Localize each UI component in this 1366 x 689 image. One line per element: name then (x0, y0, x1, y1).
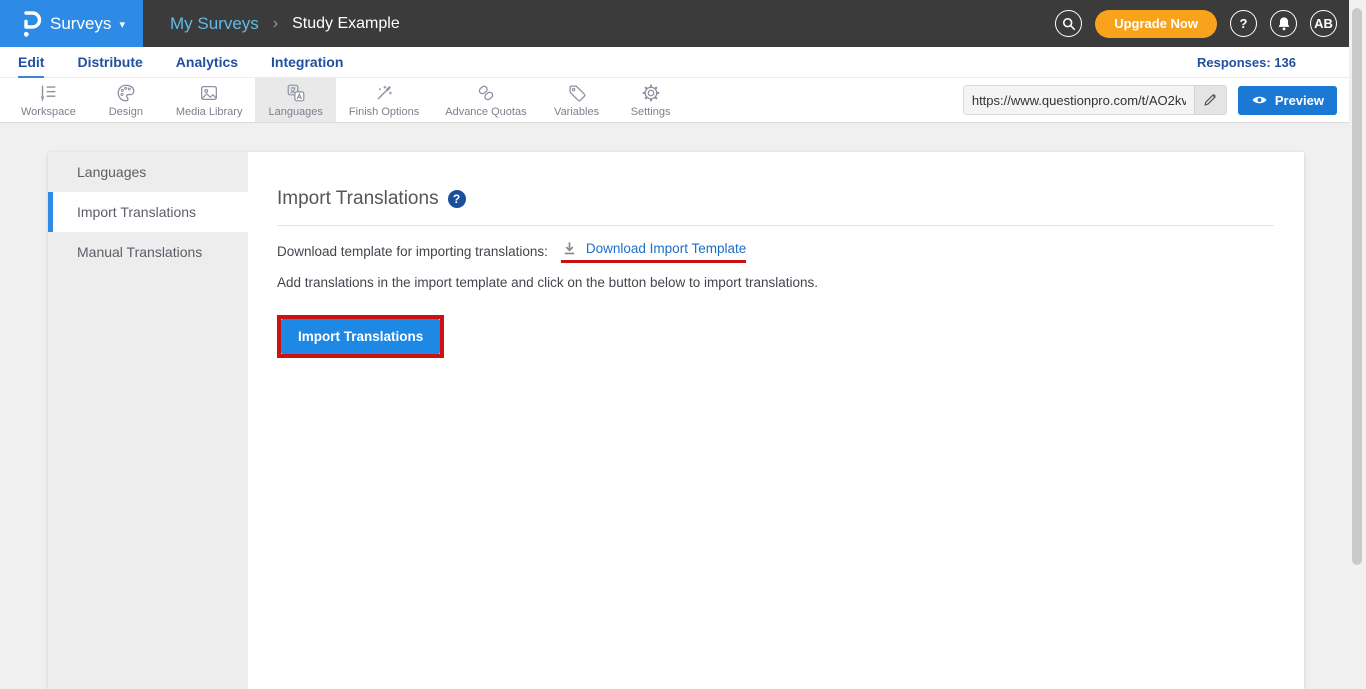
tab-integration[interactable]: Integration (271, 47, 343, 78)
content-area: Languages Import Translations Manual Tra… (0, 123, 1366, 689)
topbar-actions: Upgrade Now ? AB (1055, 0, 1366, 47)
chain-icon (475, 82, 497, 104)
toolbar-item-design[interactable]: Design (89, 78, 163, 122)
breadcrumb-separator: › (273, 15, 278, 33)
product-switcher[interactable]: Surveys ▾ (0, 0, 143, 47)
tab-analytics[interactable]: Analytics (176, 47, 238, 78)
edit-url-button[interactable] (1194, 85, 1226, 115)
notifications-button[interactable] (1270, 10, 1297, 37)
toolbar-label: Workspace (21, 106, 76, 118)
gear-icon (640, 82, 662, 104)
preview-label: Preview (1275, 93, 1324, 108)
upgrade-now-button[interactable]: Upgrade Now (1095, 10, 1217, 38)
download-link-highlight: Download Import Template (561, 240, 746, 263)
bell-icon (1277, 16, 1291, 31)
toolbar-item-media-library[interactable]: Media Library (163, 78, 256, 122)
help-button[interactable]: ? (1230, 10, 1257, 37)
sidebar-item-languages[interactable]: Languages (48, 152, 248, 192)
survey-url-input[interactable] (964, 86, 1194, 114)
tab-distribute[interactable]: Distribute (77, 47, 142, 78)
wand-icon (373, 82, 395, 104)
preview-button[interactable]: Preview (1238, 86, 1337, 115)
import-translations-panel: Import Translations ? Download template … (248, 152, 1304, 689)
responses-count[interactable]: Responses: 136 (1197, 55, 1366, 70)
survey-nav: Edit Distribute Analytics Integration Re… (0, 47, 1366, 78)
page-scrollbar-thumb[interactable] (1352, 8, 1362, 565)
page-title: Import Translations (277, 188, 439, 210)
search-icon (1062, 17, 1076, 31)
toolbar-item-advance-quotas[interactable]: Advance Quotas (432, 78, 539, 122)
image-icon (198, 82, 220, 104)
toolbar-label: Design (109, 106, 143, 118)
title-row: Import Translations ? (277, 188, 1274, 210)
download-prompt: Download template for importing translat… (277, 244, 548, 259)
product-label: Surveys (50, 14, 111, 34)
toolbar-item-variables[interactable]: Variables (540, 78, 614, 122)
top-bar: Surveys ▾ My Surveys › Study Example Upg… (0, 0, 1366, 47)
palette-icon (115, 82, 137, 104)
download-import-template-link[interactable]: Download Import Template (586, 241, 746, 256)
languages-sidebar: Languages Import Translations Manual Tra… (48, 152, 248, 689)
eye-icon (1251, 94, 1268, 106)
annotation-red-box: Import Translations (277, 315, 444, 358)
survey-url-box (963, 85, 1227, 115)
toolbar-label: Finish Options (349, 106, 419, 118)
toolbar-label: Settings (631, 106, 671, 118)
chevron-down-icon: ▾ (119, 18, 125, 31)
search-button[interactable] (1055, 10, 1082, 37)
toolbar-item-workspace[interactable]: Workspace (8, 78, 89, 122)
sidebar-item-import-translations[interactable]: Import Translations (48, 192, 248, 232)
instructions-text: Add translations in the import template … (277, 275, 1274, 290)
breadcrumb-current: Study Example (292, 15, 400, 33)
toolbar-label: Languages (268, 106, 322, 118)
toolbar-label: Media Library (176, 106, 243, 118)
download-template-row: Download template for importing translat… (277, 240, 1274, 263)
tab-edit[interactable]: Edit (18, 47, 44, 78)
toolbar-item-finish-options[interactable]: Finish Options (336, 78, 432, 122)
section-help-icon[interactable]: ? (448, 190, 466, 208)
breadcrumb-my-surveys[interactable]: My Surveys (170, 14, 259, 34)
divider (277, 225, 1274, 226)
sidebar-item-manual-translations[interactable]: Manual Translations (48, 232, 248, 272)
toolbar-right: Preview (963, 78, 1366, 122)
pencil-icon (1203, 93, 1217, 107)
toolbar-item-languages[interactable]: Languages (255, 78, 335, 122)
languages-card: Languages Import Translations Manual Tra… (48, 152, 1304, 689)
toolbar-item-settings[interactable]: Settings (614, 78, 688, 122)
workspace-icon (37, 82, 59, 104)
page-scrollbar-track[interactable] (1349, 0, 1366, 689)
tag-icon (566, 82, 588, 104)
toolbar-label: Variables (554, 106, 599, 118)
toolbar-label: Advance Quotas (445, 106, 526, 118)
edit-toolbar: Workspace Design Media Library Languages (0, 78, 1366, 123)
translate-icon (285, 82, 307, 104)
questionpro-logo-icon (18, 9, 42, 39)
download-icon (561, 240, 578, 256)
import-translations-button[interactable]: Import Translations (281, 319, 440, 354)
avatar[interactable]: AB (1310, 10, 1337, 37)
breadcrumb: My Surveys › Study Example (170, 0, 400, 47)
